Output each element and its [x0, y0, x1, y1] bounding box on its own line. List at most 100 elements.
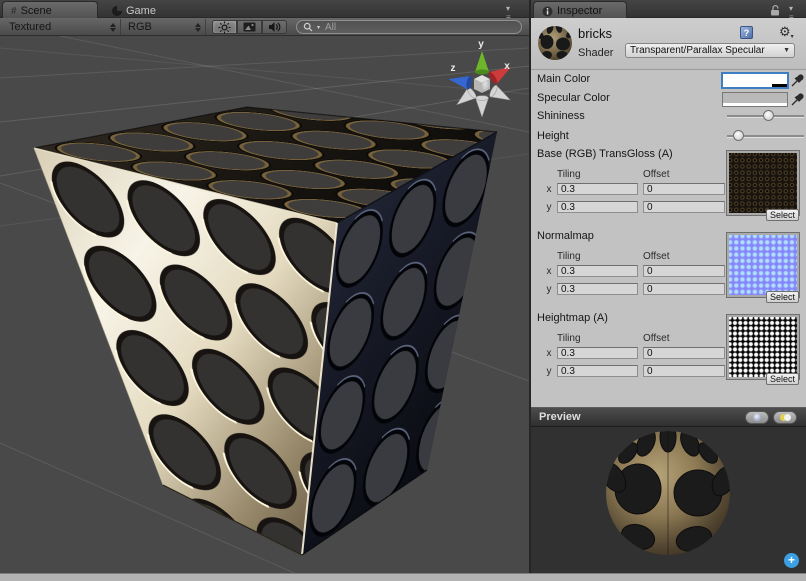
shader-label: Shader [578, 47, 613, 59]
tiling-header: Tiling [557, 251, 581, 262]
scene-tabbar: # Scene Game ▾≡ [0, 0, 529, 18]
offset-header: Offset [643, 251, 670, 262]
chevron-down-icon: ▼ [783, 47, 790, 54]
shininess-label: Shininess [537, 110, 585, 122]
preview-header[interactable]: Preview [531, 407, 806, 427]
x-axis-label: x [544, 266, 554, 277]
sun-icon [218, 21, 231, 34]
height-slider[interactable] [727, 130, 804, 142]
eyedropper-icon[interactable] [791, 73, 804, 87]
tiling-y-input[interactable] [557, 283, 638, 295]
offset-x-input[interactable] [643, 265, 725, 277]
section-title: Base (RGB) TransGloss (A) [537, 148, 673, 160]
slider-knob[interactable] [763, 110, 774, 121]
offset-y-input[interactable] [643, 201, 725, 213]
specular-color-swatch[interactable] [722, 92, 788, 107]
updown-arrows-icon [187, 23, 201, 32]
main-color-alpha-bar [723, 84, 772, 87]
tiling-x-input[interactable] [557, 183, 638, 195]
help-icon[interactable]: ? [740, 26, 753, 39]
info-icon [542, 6, 553, 17]
main-color-swatch[interactable] [722, 73, 788, 88]
specular-color-alpha-bar [723, 103, 787, 106]
y-axis-label: y [544, 366, 554, 377]
render-mode-value: Textured [9, 21, 51, 33]
lock-icon[interactable] [770, 4, 780, 16]
status-bar [0, 573, 806, 581]
tiling-y-input[interactable] [557, 365, 638, 377]
x-axis-label: x [544, 348, 554, 359]
inspector-body: bricks Shader Transparent/Parallax Specu… [531, 18, 806, 407]
tiling-y-input[interactable] [557, 201, 638, 213]
texture-section-base: Base (RGB) TransGloss (A) Tiling Offset … [533, 148, 800, 228]
shader-value: Transparent/Parallax Specular [630, 45, 765, 56]
normalmap-texture-thumbnail[interactable]: Select [726, 232, 800, 298]
scene-search-field[interactable]: ▾ [296, 20, 522, 34]
preview-sphere-render [531, 427, 806, 573]
section-title: Normalmap [537, 230, 594, 242]
search-filter-caret-icon: ▾ [317, 24, 320, 31]
game-icon [112, 6, 122, 16]
material-header: bricks Shader Transparent/Parallax Specu… [531, 18, 806, 70]
shader-dropdown[interactable]: Transparent/Parallax Specular ▼ [625, 43, 795, 58]
speaker-icon [268, 21, 281, 33]
tab-inspector-label: Inspector [557, 5, 602, 17]
inspector-panel: Inspector ▾≡ [531, 0, 806, 573]
tab-game[interactable]: Game [104, 1, 194, 18]
gizmo-y-axis[interactable] [475, 51, 489, 75]
lighting-toggle-button[interactable] [212, 20, 237, 34]
select-texture-button[interactable]: Select [766, 373, 799, 385]
offset-header: Offset [643, 333, 670, 344]
preview-lighting-icon [779, 413, 792, 422]
scene-view-mode-button[interactable] [237, 20, 262, 34]
inspector-tabbar: Inspector ▾≡ [531, 0, 806, 18]
scene-grid-icon: # [11, 6, 17, 17]
channel-mode-dropdown[interactable]: RGB [121, 19, 206, 35]
height-label: Height [537, 130, 569, 142]
slider-knob[interactable] [733, 130, 744, 141]
y-axis-label: y [544, 202, 554, 213]
material-preview-area[interactable]: + [531, 427, 806, 573]
offset-y-input[interactable] [643, 365, 725, 377]
preview-shape-button[interactable] [745, 411, 769, 424]
tab-scene[interactable]: # Scene [2, 1, 98, 18]
gear-icon[interactable]: ⚙▾ [779, 24, 794, 40]
preview-lighting-button[interactable] [773, 411, 797, 424]
offset-y-input[interactable] [643, 283, 725, 295]
offset-x-input[interactable] [643, 183, 725, 195]
shininess-slider[interactable] [727, 110, 804, 122]
gizmo-x-axis[interactable] [487, 61, 514, 85]
texture-section-normalmap: Normalmap Tiling Offset x y Select [533, 230, 800, 310]
audio-toggle-button[interactable] [262, 20, 287, 34]
scene-panel: # Scene Game ▾≡ Textured RGB [0, 0, 529, 573]
main-color-label: Main Color [537, 73, 590, 85]
unity-editor-window: # Scene Game ▾≡ Textured RGB [0, 0, 806, 581]
tab-scene-label: Scene [21, 5, 52, 17]
tiling-x-input[interactable] [557, 265, 638, 277]
material-name: bricks [578, 26, 612, 41]
add-icon[interactable]: + [784, 553, 799, 568]
image-icon [243, 22, 256, 32]
tiling-x-input[interactable] [557, 347, 638, 359]
tiling-header: Tiling [557, 333, 581, 344]
search-icon [303, 22, 314, 33]
scene-viewport[interactable]: y x z [0, 36, 529, 573]
textured-cube[interactable] [34, 107, 497, 555]
gizmo-y-label: y [478, 39, 484, 50]
tiling-header: Tiling [557, 169, 581, 180]
select-texture-button[interactable]: Select [766, 291, 799, 303]
gizmo-z-label: z [451, 63, 456, 74]
search-input[interactable] [323, 21, 515, 34]
y-axis-label: y [544, 284, 554, 295]
tab-inspector[interactable]: Inspector [533, 1, 627, 18]
base-texture-thumbnail[interactable]: Select [726, 150, 800, 216]
eyedropper-icon[interactable] [791, 92, 804, 106]
select-texture-button[interactable]: Select [766, 209, 799, 221]
heightmap-texture-thumbnail[interactable]: Select [726, 314, 800, 380]
offset-x-input[interactable] [643, 347, 725, 359]
render-mode-dropdown[interactable]: Textured [2, 19, 121, 35]
scene-3d-render: y x z [0, 36, 529, 573]
offset-header: Offset [643, 169, 670, 180]
x-axis-label: x [544, 184, 554, 195]
updown-arrows-icon [102, 23, 116, 32]
